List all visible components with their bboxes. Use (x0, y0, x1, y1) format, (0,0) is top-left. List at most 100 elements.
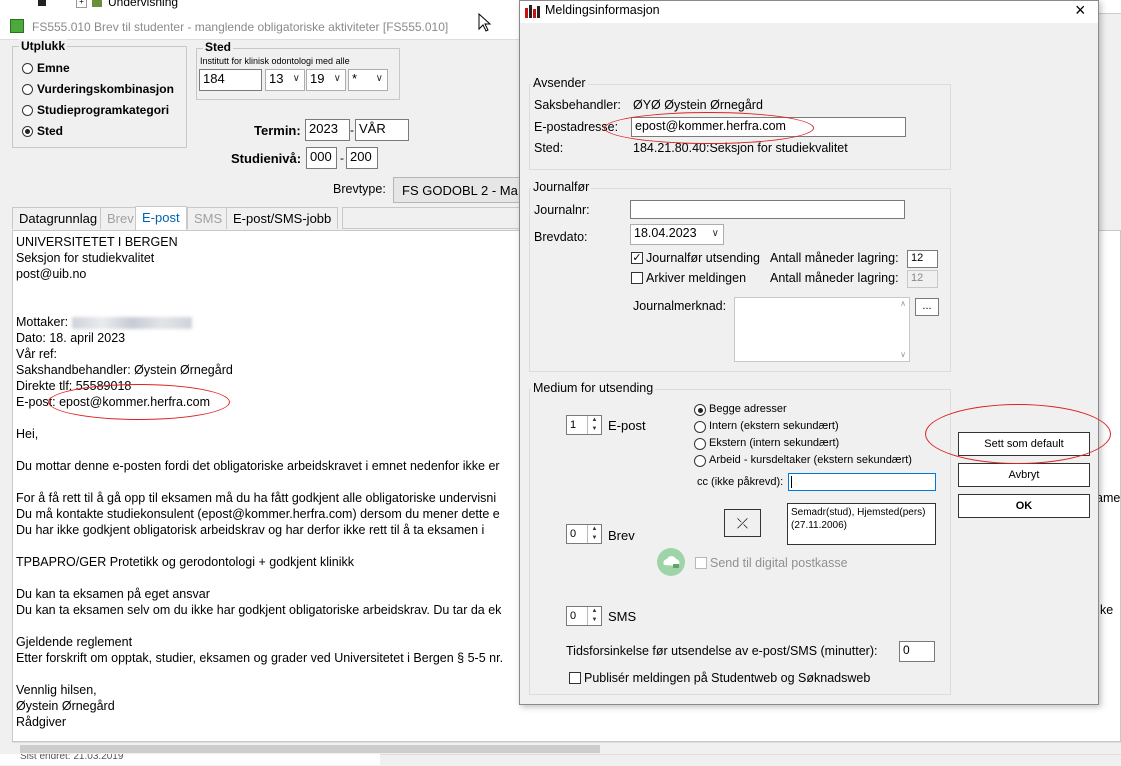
check-icon: ✓ (632, 252, 642, 264)
radio-begge-adresser[interactable] (694, 404, 706, 416)
antall-maneder-input-disabled: 12 (907, 270, 938, 288)
letter-line: Vår ref: (16, 347, 57, 361)
status-bar-right (380, 754, 1121, 766)
termin-year-input[interactable]: 2023 (305, 119, 350, 141)
letter-line: Dato: 18. april 2023 (16, 331, 126, 345)
tab-e-post[interactable]: E-post (135, 206, 187, 230)
publiser-label: Publisér meldingen på Studentweb og Søkn… (584, 671, 871, 685)
chevron-down-icon: ∨ (375, 73, 383, 84)
scroll-up-icon[interactable]: ∧ (900, 299, 906, 308)
radio-icon[interactable] (22, 83, 33, 95)
tree-fragment: + Undervisning (0, 0, 520, 13)
radio-arbeid[interactable] (694, 455, 706, 467)
journalmerknad-more-button[interactable]: ... (915, 298, 939, 316)
radio-ekstern[interactable] (694, 438, 706, 450)
tab-datagrunnlag[interactable]: Datagrunnlag (12, 207, 105, 229)
epost-medium-label: E-post (608, 418, 646, 433)
letter-line: Gjeldende reglement (16, 635, 133, 649)
letter-line: Rådgiver (16, 715, 67, 729)
sted-code3-select[interactable]: 19 ∨ (306, 69, 346, 91)
radio-label: Ekstern (intern sekundært) (709, 437, 840, 449)
journalfor-utsending-checkbox[interactable]: ✓ (631, 252, 643, 264)
stepper-arrows-icon[interactable]: ▲ ▼ (587, 416, 601, 434)
mottaker-label: Mottaker: (16, 315, 69, 329)
cc-input[interactable] (788, 473, 936, 491)
epost-count-stepper[interactable]: 1 ▲ ▼ (566, 415, 602, 435)
radio-label: Studieprogramkategori (37, 103, 170, 117)
brevtype-select[interactable]: FS GODOBL 2 - Ma (393, 177, 520, 203)
journalmerknad-textarea[interactable]: ∧ ∨ (734, 297, 910, 362)
sted-code-input[interactable]: 184 (199, 69, 262, 91)
letter-line: Øystein Ørnegård (16, 699, 115, 713)
journalfor-legend: Journalfør (531, 180, 592, 194)
tab-strip-filler (342, 207, 522, 229)
cc-label: cc (ikke påkrevd): (697, 476, 784, 488)
radio-emne[interactable]: Emne (22, 61, 70, 75)
sted-description: Institutt for klinisk odontologi med all… (200, 56, 350, 66)
app-icon (10, 19, 24, 33)
close-icon[interactable]: × (1075, 0, 1086, 21)
letter-line: Etter forskrift om opptak, studier, eksa… (16, 651, 504, 665)
delay-label: Tidsforsinkelse før utsendelse av e-post… (566, 644, 878, 658)
expand-icon[interactable]: + (76, 0, 87, 8)
scroll-down-icon[interactable]: ∨ (900, 350, 906, 359)
sted-label: Sted: (534, 141, 564, 155)
letter-overflow-text: ke (1100, 603, 1114, 617)
studieniva-to-input[interactable]: 200 (346, 147, 378, 169)
digital-postkasse-label: Send til digital postkasse (710, 556, 848, 570)
select-value: 13 (269, 71, 284, 86)
radio-icon[interactable] (22, 125, 33, 137)
status-bar: Sist endret: 21.03.2019 (0, 754, 380, 765)
annotation-ellipse (925, 404, 1111, 464)
radio-sted[interactable]: Sted (22, 124, 63, 138)
journalnr-input[interactable] (630, 200, 905, 219)
radio-icon[interactable] (22, 62, 33, 74)
radio-label: Vurderingskombinasjon (37, 82, 174, 96)
radio-label: Sted (37, 124, 64, 138)
termin-separator: - (350, 123, 354, 137)
radio-studieprogramkategori[interactable]: Studieprogramkategori (22, 103, 169, 117)
radio-vurderingskombinasjon[interactable]: Vurderingskombinasjon (22, 82, 174, 96)
journalnr-label: Journalnr: (534, 203, 590, 217)
other-window-edge (1099, 0, 1121, 14)
termin-season-input[interactable]: VÅR (355, 119, 409, 141)
address-toggle-button[interactable]: ⤫ (724, 509, 761, 537)
antall-maneder-input[interactable]: 12 (907, 250, 938, 268)
window-title: FS555.010 Brev til studenter - manglende… (32, 20, 449, 34)
sms-count-stepper[interactable]: 0 ▲ ▼ (566, 606, 602, 626)
select-value: 19 (310, 71, 325, 86)
digital-postkasse-checkbox (695, 557, 707, 569)
sted-code2-select[interactable]: 13 ∨ (265, 69, 305, 91)
delay-input[interactable]: 0 (899, 641, 935, 662)
brevdato-picker[interactable]: 18.04.2023 ∨ (630, 224, 724, 245)
arkiver-checkbox[interactable] (631, 272, 643, 284)
sted-code4-select[interactable]: * ∨ (348, 69, 388, 91)
antall-maneder-label-2: Antall måneder lagring: (770, 271, 899, 285)
saksbehandler-label: Saksbehandler: (534, 98, 621, 112)
studieniva-from-input[interactable]: 000 (306, 147, 337, 169)
brevdato-label: Brevdato: (534, 230, 588, 244)
publiser-checkbox[interactable] (569, 672, 581, 684)
brev-count-stepper[interactable]: 0 ▲ ▼ (566, 524, 602, 544)
radio-label: Arbeid - kursdeltaker (ekstern sekundært… (709, 454, 912, 466)
radio-icon[interactable] (22, 104, 33, 116)
dialog-title: Meldingsinformasjon (545, 3, 660, 17)
radio-intern[interactable] (694, 421, 706, 433)
digital-mailbox-icon (657, 548, 685, 576)
sted-legend: Sted (203, 40, 234, 54)
scrollbar-thumb[interactable] (20, 745, 600, 753)
stepper-value: 0 (570, 610, 577, 622)
saksbehandler-value: ØYØ Øystein Ørnegård (633, 98, 763, 112)
stepper-arrows-icon[interactable]: ▲ ▼ (587, 607, 601, 625)
tab-e-post-sms-jobb[interactable]: E-post/SMS-jobb (226, 207, 339, 229)
cancel-button[interactable]: Avbryt (958, 463, 1090, 487)
stepper-arrows-icon[interactable]: ▲ ▼ (587, 525, 601, 543)
redacted-name (71, 316, 192, 329)
letter-line: For å få rett til å gå opp til eksamen m… (16, 491, 497, 505)
ok-button[interactable]: OK (958, 494, 1090, 518)
letter-line-mottaker: Mottaker: (16, 314, 192, 330)
brev-medium-label: Brev (608, 528, 635, 543)
letter-line: Du må kontakte studiekonsulent (epost@ko… (16, 507, 500, 521)
tree-item-label[interactable]: Undervisning (108, 0, 178, 9)
tab-sms[interactable]: SMS (187, 207, 230, 229)
